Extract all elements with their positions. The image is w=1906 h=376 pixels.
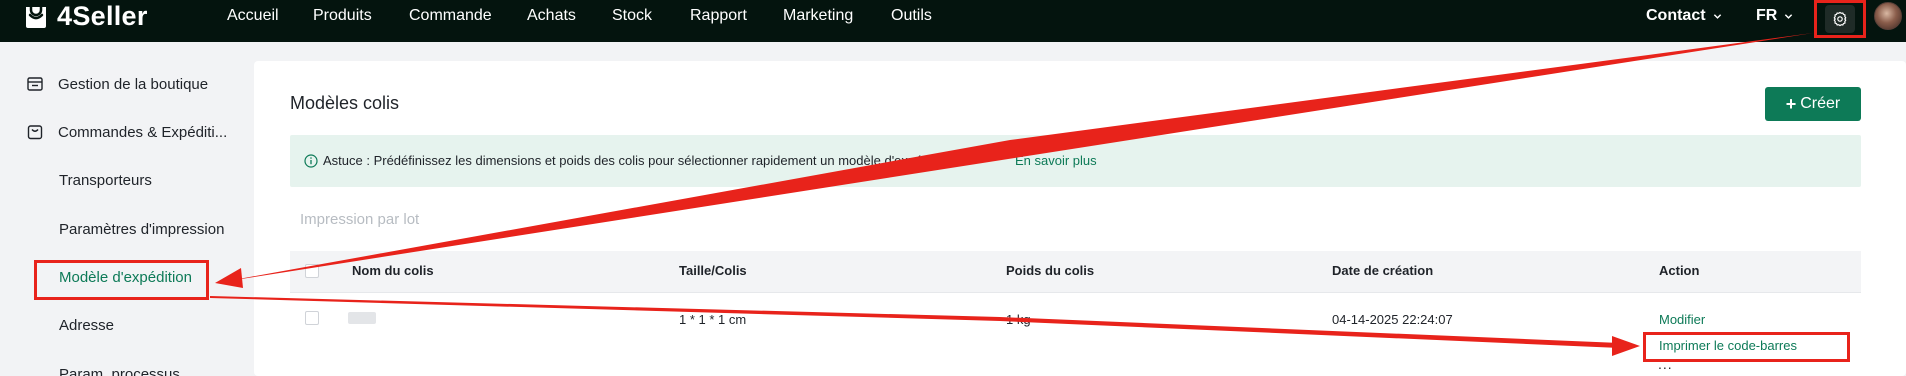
tip-banner: Astuce : Prédéfinissez les dimensions et… — [290, 135, 1861, 187]
column-header-weight: Poids du colis — [1006, 263, 1095, 278]
language-menu[interactable]: FR — [1756, 5, 1793, 27]
store-icon — [27, 77, 43, 91]
column-header-created: Date de création — [1332, 263, 1434, 278]
chevron-down-icon — [1785, 13, 1793, 19]
package-weight: 1 kg — [1006, 312, 1031, 327]
language-label: FR — [1756, 7, 1778, 24]
sidebar-group-store[interactable]: Gestion de la boutique — [26, 75, 208, 93]
create-button[interactable]: + Créer — [1765, 87, 1861, 121]
logo-bag-icon — [26, 4, 46, 28]
top-navigation-bar: 4Seller Accueil Produits Commande Achats… — [0, 0, 1906, 42]
more-actions-button[interactable]: ... — [1658, 356, 1673, 372]
orders-icon — [27, 125, 43, 140]
nav-outils[interactable]: Outils — [891, 5, 932, 27]
package-name-redacted — [348, 312, 376, 324]
print-barcode-highlight — [1643, 332, 1850, 362]
sidebar-group-orders[interactable]: Commandes & Expéditi... — [26, 123, 227, 141]
edit-link[interactable]: Modifier — [1659, 312, 1705, 327]
sidebar-group-label: Commandes & Expéditi... — [58, 123, 228, 141]
main-content-card — [254, 61, 1906, 376]
nav-rapport[interactable]: Rapport — [690, 5, 747, 27]
sidebar-item-process-params[interactable]: Param. processus — [59, 366, 180, 376]
sidebar-item-transporteurs[interactable]: Transporteurs — [59, 172, 152, 189]
contact-menu[interactable]: Contact — [1646, 5, 1722, 27]
package-created-date: 04-14-2025 22:24:07 — [1332, 312, 1453, 327]
learn-more-link[interactable]: En savoir plus — [1015, 153, 1097, 168]
sidebar-item-print-settings[interactable]: Paramètres d'impression — [59, 221, 224, 238]
column-header-name: Nom du colis — [352, 263, 434, 278]
sidebar-group-label: Gestion de la boutique — [58, 75, 209, 93]
select-all-checkbox[interactable] — [305, 264, 319, 278]
row-checkbox[interactable] — [305, 311, 319, 325]
user-avatar[interactable] — [1874, 2, 1902, 30]
package-size: 1 * 1 * 1 cm — [679, 312, 747, 327]
page-title: Modèles colis — [290, 93, 400, 113]
settings-button[interactable] — [1825, 5, 1855, 33]
contact-label: Contact — [1646, 7, 1706, 24]
logo-text: 4Seller — [57, 0, 148, 31]
logo[interactable]: 4Seller — [22, 0, 148, 32]
create-button-label: Créer — [1800, 95, 1841, 112]
nav-produits[interactable]: Produits — [313, 5, 372, 27]
info-icon — [304, 154, 318, 168]
active-item-highlight — [34, 260, 209, 300]
nav-achats[interactable]: Achats — [527, 5, 576, 27]
nav-accueil[interactable]: Accueil — [227, 5, 279, 27]
nav-marketing[interactable]: Marketing — [783, 5, 853, 27]
chevron-down-icon — [1713, 13, 1721, 19]
plus-icon: + — [1785, 93, 1797, 114]
tip-text: Astuce : Prédéfinissez les dimensions et… — [323, 153, 954, 168]
nav-commande[interactable]: Commande — [409, 5, 492, 27]
gear-icon — [1833, 11, 1847, 27]
column-header-size: Taille/Colis — [679, 263, 747, 278]
nav-stock[interactable]: Stock — [612, 5, 652, 27]
batch-print-button[interactable]: Impression par lot — [300, 211, 419, 228]
column-header-action: Action — [1659, 263, 1700, 278]
sidebar-item-address[interactable]: Adresse — [59, 317, 114, 334]
settings-highlight — [1814, 0, 1866, 38]
